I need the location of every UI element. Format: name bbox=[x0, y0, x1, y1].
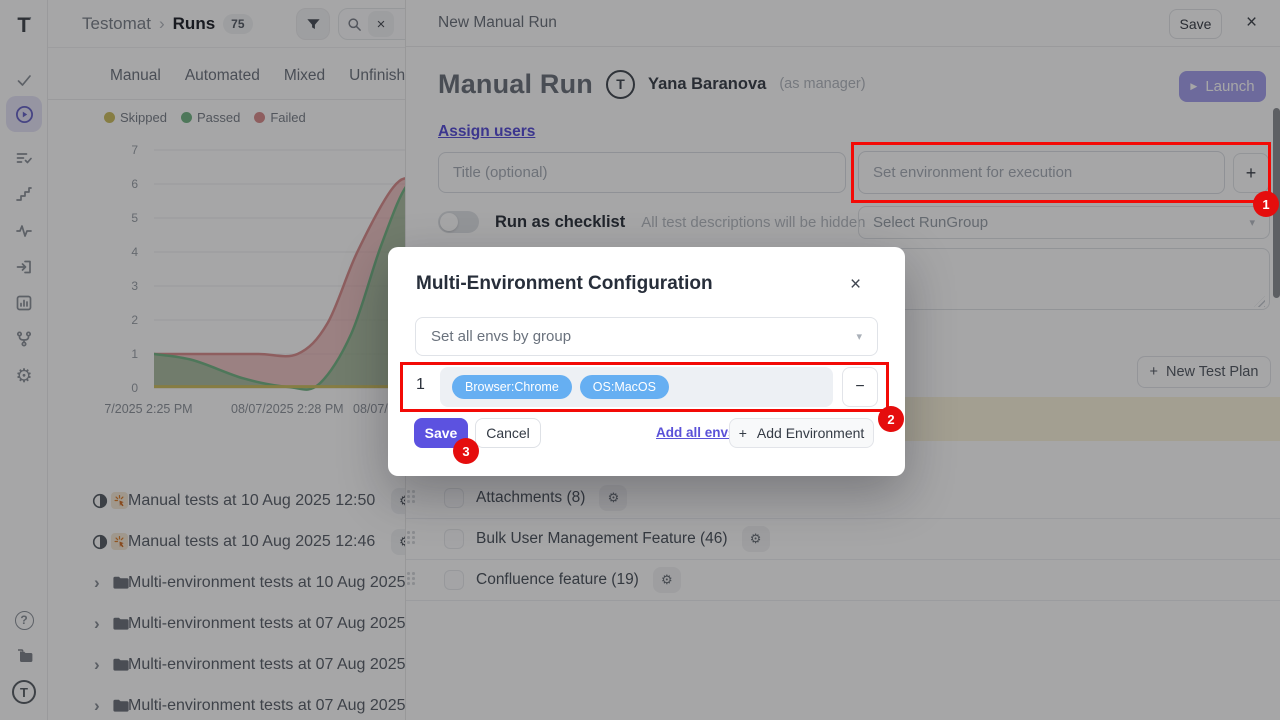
env-group-select[interactable]: Set all envs by group ▾ bbox=[415, 317, 878, 356]
modal-title: Multi-Environment Configuration bbox=[416, 273, 713, 295]
annotation-badge-1: 1 bbox=[1253, 191, 1279, 217]
caret-down-icon: ▾ bbox=[856, 330, 862, 343]
annotation-box-1 bbox=[851, 142, 1271, 203]
annotation-box-2 bbox=[400, 362, 889, 412]
annotation-badge-3: 3 bbox=[453, 438, 479, 464]
modal-cancel-button[interactable]: Cancel bbox=[475, 418, 541, 448]
add-environment-button[interactable]: + Add Environment bbox=[729, 418, 874, 448]
plus-icon: + bbox=[739, 425, 747, 441]
add-all-envs-link[interactable]: Add all envs bbox=[656, 425, 736, 440]
annotation-badge-2: 2 bbox=[878, 406, 904, 432]
close-icon[interactable]: × bbox=[850, 274, 861, 296]
